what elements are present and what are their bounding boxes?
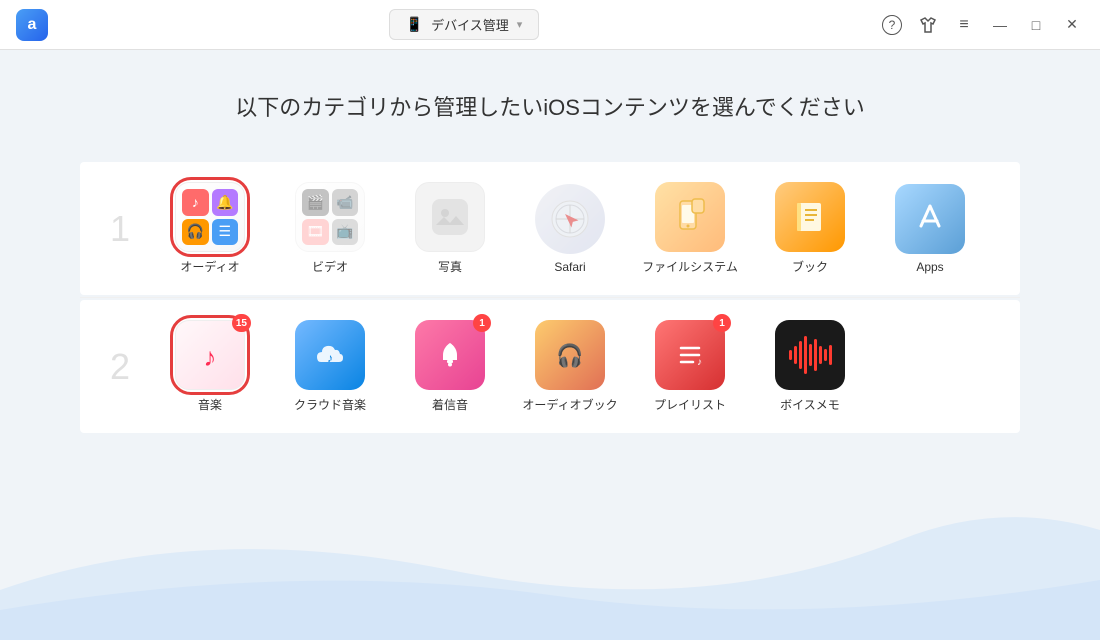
category-section-1: 1 ♪ 🔔 🎧 ☰ オーディオ [80,162,1020,295]
safari-icon [535,184,605,254]
book-icon-wrapper [775,182,845,252]
category-item-safari[interactable]: Safari [520,184,620,274]
category-row-1: 1 ♪ 🔔 🎧 ☰ オーディオ [110,182,990,275]
main-content: 以下のカテゴリから管理したいiOSコンテンツを選んでください 1 ♪ 🔔 🎧 ☰ [0,50,1100,465]
mini-bell-icon: 🔔 [212,189,239,216]
category-item-book[interactable]: ブック [760,182,860,275]
cloud-music-icon: ♪ [295,320,365,390]
maximize-button[interactable]: □ [1024,13,1048,37]
audiobook-label: オーディオブック [522,396,617,413]
ringtone-icon-wrapper: 1 [415,320,485,390]
minimize-button[interactable]: — [988,13,1012,37]
voicememo-icon-wrapper [775,320,845,390]
apps-label: Apps [916,260,943,274]
mini-music-icon: ♪ [182,189,209,216]
app-logo: a [16,9,48,41]
book-label: ブック [792,258,828,275]
category-item-ringtone[interactable]: 1 着信音 [400,320,500,413]
playlist-icon-wrapper: ♪ 1 [655,320,725,390]
mini-list-icon: ☰ [212,219,239,246]
book-icon [775,182,845,252]
audio-label: オーディオ [180,258,239,275]
playlist-icon: ♪ [655,320,725,390]
shirt-button[interactable] [916,13,940,37]
titlebar: a 📱 デバイス管理 ▾ ? ≡ — □ ✕ [0,0,1100,50]
svg-text:🎧: 🎧 [556,343,583,368]
safari-label: Safari [554,260,585,274]
voicememo-icon [775,320,845,390]
safari-icon-wrapper [535,184,605,254]
audiobook-icon: 🎧 [535,320,605,390]
category-section-2: 2 ♪ 15 音楽 [80,300,1020,433]
svg-text:♪: ♪ [204,342,217,372]
items-grid-2: ♪ 15 音楽 ♪ [160,320,860,413]
items-grid-1: ♪ 🔔 🎧 ☰ オーディオ 🎬 📹 🎞 [160,182,980,275]
video-label: ビデオ [312,258,348,275]
cloud-music-label: クラウド音楽 [294,396,366,413]
photo-icon-wrapper [415,182,485,252]
mini-rec-icon: 🎞 [302,219,329,246]
music-icon: ♪ [175,320,245,390]
help-button[interactable]: ? [880,13,904,37]
category-item-music[interactable]: ♪ 15 音楽 [160,320,260,413]
mini-audiobook-icon: 🎧 [182,219,209,246]
apps-icon-wrapper [895,184,965,254]
ringtone-label: 着信音 [432,396,468,413]
step-1: 1 [110,208,150,250]
category-item-video[interactable]: 🎬 📹 🎞 📺 ビデオ [280,182,380,275]
mini-video-icon: 📹 [332,189,359,216]
category-item-photo[interactable]: 写真 [400,182,500,275]
category-row-2: 2 ♪ 15 音楽 [110,320,990,413]
playlist-badge: 1 [713,314,731,332]
menu-button[interactable]: ≡ [952,13,976,37]
svg-text:♪: ♪ [697,357,702,368]
mini-tv-icon: 📺 [332,219,359,246]
music-label: 音楽 [198,396,222,413]
filesystem-label: ファイルシステム [642,258,738,275]
category-item-voicememo[interactable]: ボイスメモ [760,320,860,413]
playlist-label: プレイリスト [654,396,726,413]
page-title: 以下のカテゴリから管理したいiOSコンテンツを選んでください [80,90,1020,122]
device-label: デバイス管理 [431,15,509,34]
section-divider [80,297,1020,298]
video-icon: 🎬 📹 🎞 📺 [295,182,365,252]
category-item-playlist[interactable]: ♪ 1 プレイリスト [640,320,740,413]
audio-icon: ♪ 🔔 🎧 ☰ [175,182,245,252]
device-selector[interactable]: 📱 デバイス管理 ▾ [389,9,540,40]
photo-label: 写真 [438,258,462,275]
category-item-apps[interactable]: Apps [880,184,980,274]
audio-icon-wrapper: ♪ 🔔 🎧 ☰ [175,182,245,252]
category-item-audiobook[interactable]: 🎧 オーディオブック [520,320,620,413]
waveform [789,336,832,374]
ringtone-badge: 1 [473,314,491,332]
bg-decoration [0,440,1100,640]
dropdown-icon: ▾ [517,18,523,31]
filesystem-icon [655,182,725,252]
mini-film-icon: 🎬 [302,189,329,216]
filesystem-icon-wrapper [655,182,725,252]
apps-icon [895,184,965,254]
category-item-cloud-music[interactable]: ♪ クラウド音楽 [280,320,380,413]
music-badge: 15 [232,314,251,332]
photo-icon [415,182,485,252]
video-icon-wrapper: 🎬 📹 🎞 📺 [295,182,365,252]
svg-text:♪: ♪ [327,351,333,365]
step-2: 2 [110,346,150,388]
cloud-music-icon-wrapper: ♪ [295,320,365,390]
window-controls: ? ≡ — □ ✕ [880,13,1084,37]
audiobook-icon-wrapper: 🎧 [535,320,605,390]
music-icon-wrapper: ♪ 15 [175,320,245,390]
category-item-filesystem[interactable]: ファイルシステム [640,182,740,275]
category-item-audio[interactable]: ♪ 🔔 🎧 ☰ オーディオ [160,182,260,275]
ringtone-icon [415,320,485,390]
voicememo-label: ボイスメモ [780,396,840,413]
close-button[interactable]: ✕ [1060,13,1084,37]
